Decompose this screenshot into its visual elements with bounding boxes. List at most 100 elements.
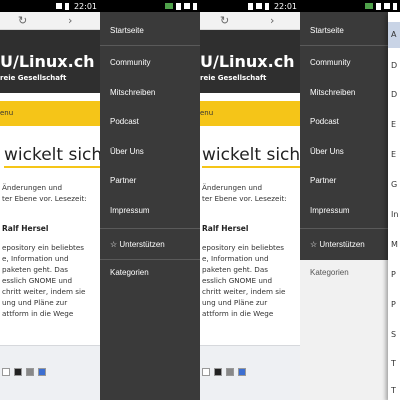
article-image[interactable] [0,345,100,400]
drawer-divider [100,45,200,46]
browser-toolbar: ↻ › [0,12,100,30]
nav-drawer: Startseite Community Mitschreiben Podcas… [300,12,400,400]
article-body-line: paketen geht. Das [202,265,268,274]
kategorien-selected-row[interactable]: Kategorien [300,260,400,400]
sd-card-icon [247,2,253,10]
article-body-line: esslich GNOME und [202,276,273,285]
dropdown-item[interactable]: G [391,180,397,189]
dropdown-item[interactable]: E [391,120,396,129]
site-title[interactable]: U/Linux.ch [200,52,295,71]
site-header: U/Linux.ch reie Gesellschaft [0,30,100,93]
dropdown-item[interactable]: P [391,300,396,309]
article-body-line: paketen geht. Das [2,265,68,274]
drawer-item-podcast[interactable]: Podcast [310,117,339,126]
article-body-line: chritt weiter, indem sie [202,287,286,296]
swatch [214,368,222,376]
browser-toolbar: ↻ › [200,12,300,30]
article-headline: wickelt sich [4,145,100,168]
drawer-divider [300,228,400,229]
message-icon [365,3,373,9]
status-time: 22:01 [273,1,297,11]
drawer-item-startseite[interactable]: Startseite [310,26,344,35]
article-body-line: attform in die Wege [202,309,274,318]
article-body-line: epository ein beliebtes [202,243,285,252]
status-bar [300,0,400,12]
dropdown-item[interactable]: D [391,61,397,70]
drawer-item-startseite[interactable]: Startseite [110,26,144,35]
color-swatches [2,368,46,376]
drawer-item-community[interactable]: Community [110,58,150,67]
article-body-line: ung und Pläne zur [202,298,268,307]
reload-icon[interactable]: ↻ [220,14,229,27]
swatch [38,368,46,376]
drawer-item-partner[interactable]: Partner [310,176,336,185]
drawer-item-kategorien[interactable]: Kategorien [110,268,149,277]
drawer-divider [100,259,200,260]
drawer-item-kategorien[interactable]: Kategorien [310,268,349,277]
message-icon [165,3,173,9]
article-line: ter Ebene vor. Lesezeit: [2,194,87,203]
dropdown-item[interactable]: E [391,150,396,159]
drawer-item-impressum[interactable]: Impressum [110,206,150,215]
article-body-line: ung und Pläne zur [2,298,68,307]
status-icons [365,2,397,10]
drawer-item-mitschreiben[interactable]: Mitschreiben [310,88,355,97]
signal-icon [384,3,390,9]
drawer-divider [300,45,400,46]
drawer-item-community[interactable]: Community [310,58,350,67]
dropdown-item[interactable]: S [391,330,396,339]
site-subtitle: reie Gesellschaft [0,74,67,82]
sd-card-icon [176,2,181,10]
drawer-item-unterstuetzen[interactable]: ☆ Unterstützen [110,240,165,249]
battery-icon [64,2,69,10]
article-body-line: epository ein beliebtes [2,243,85,252]
reload-icon[interactable]: ↻ [18,14,27,27]
color-swatches [202,368,246,376]
dropdown-item[interactable]: T [391,386,396,395]
swatch [14,368,22,376]
drawer-item-partner[interactable]: Partner [110,176,136,185]
swatch [2,368,10,376]
swatch [202,368,210,376]
article-body-line: chritt weiter, indem sie [2,287,86,296]
forward-icon[interactable]: › [68,14,72,27]
drawer-item-impressum[interactable]: Impressum [310,206,350,215]
article-image[interactable] [200,345,300,400]
article-body-line: e, Information und [202,254,269,263]
forward-icon[interactable]: › [270,14,274,27]
status-time: 22:01 [73,1,97,11]
site-title[interactable]: U/Linux.ch [0,52,95,71]
status-icons: 22:01 [247,1,297,11]
menu-label: enu [200,109,214,117]
dropdown-item[interactable]: In [391,210,398,219]
drawer-item-ueber-uns[interactable]: Über Uns [110,147,144,156]
menu-bar[interactable]: enu [200,101,300,126]
drawer-divider [100,228,200,229]
drawer-item-ueber-uns[interactable]: Über Uns [310,147,344,156]
article-author[interactable]: Ralf Hersel [2,224,48,233]
dropdown-item[interactable]: A [391,30,396,39]
status-bar: 22:01 [0,0,100,12]
drawer-item-podcast[interactable]: Podcast [110,117,139,126]
article-line: ter Ebene vor. Lesezeit: [202,194,287,203]
article-author[interactable]: Ralf Hersel [202,224,248,233]
menu-bar[interactable]: enu [0,101,100,126]
article-body-line: attform in die Wege [2,309,74,318]
drawer-item-mitschreiben[interactable]: Mitschreiben [110,88,155,97]
signal-icon [184,3,190,9]
signal-icon [55,3,62,9]
panel-1: ↻ › U/Linux.ch reie Gesellschaft enu wic… [0,0,100,400]
drawer-item-unterstuetzen[interactable]: ☆ Unterstützen [310,240,365,249]
menu-label: enu [0,109,14,117]
dropdown-item[interactable]: P [391,270,396,279]
dropdown-item[interactable]: M [391,240,398,249]
status-bar [100,0,200,12]
battery-icon [193,2,197,10]
swatch [26,368,34,376]
kategorien-dropdown: A D D E E G In M P P S T T [388,12,400,400]
dropdown-item[interactable]: D [391,90,397,99]
site-subtitle: reie Gesellschaft [200,74,267,82]
dropdown-item[interactable]: T [391,359,396,368]
article-line: Änderungen und [2,183,63,192]
status-icons [165,2,197,10]
